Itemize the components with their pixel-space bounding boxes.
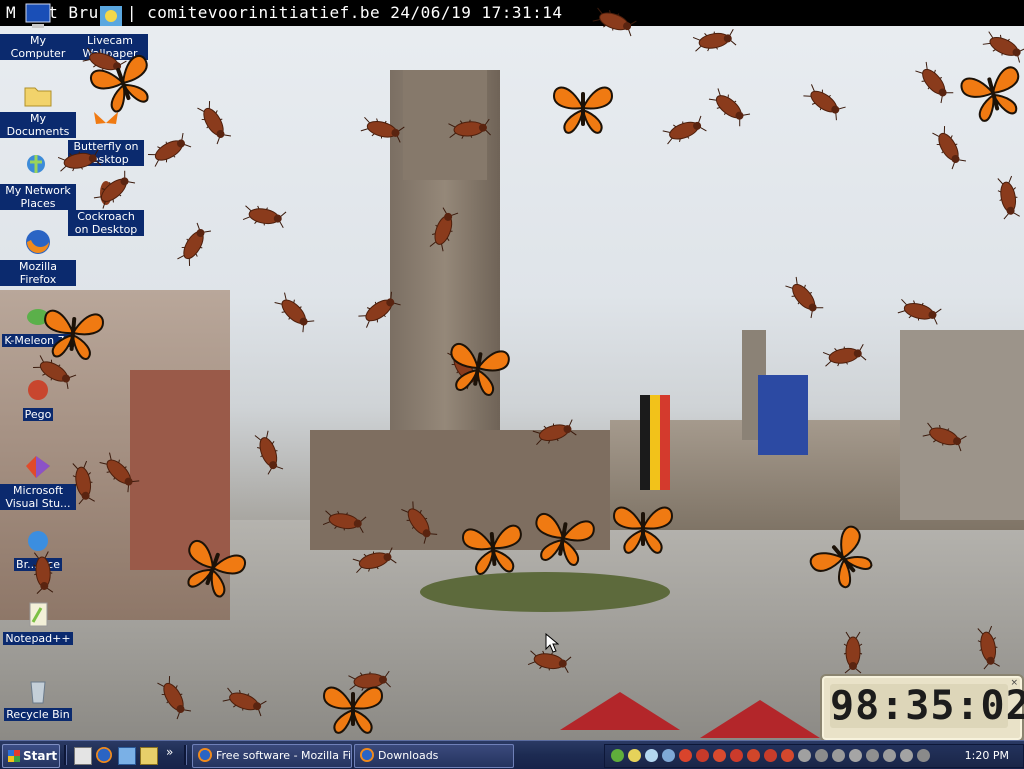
- tray-app-icon[interactable]: [832, 749, 845, 762]
- tray-app-icon[interactable]: [679, 749, 692, 762]
- desktop-icon-recycle-bin[interactable]: Recycle Bin: [0, 676, 76, 721]
- tray-app-icon[interactable]: [781, 749, 794, 762]
- tray-app-icon[interactable]: [730, 749, 743, 762]
- cockroach-sprite: [448, 118, 491, 139]
- butterfly-sprite: [462, 524, 522, 575]
- tray-app-icon[interactable]: [917, 749, 930, 762]
- butterfly-sprite: [44, 309, 104, 360]
- task-button-label: Downloads: [378, 749, 439, 762]
- butterfly-sprite: [450, 342, 510, 396]
- visual-studio-icon: [26, 456, 50, 478]
- system-tray: 1:20 PM: [604, 744, 1024, 768]
- webcam-wallpaper: Mt Bru | comitevoorinitiatief.be 24/06/19…: [0, 0, 1024, 740]
- tray-app-icon[interactable]: [883, 749, 896, 762]
- cockroach-sprite: [33, 551, 54, 594]
- belgian-flag: [640, 395, 670, 490]
- tray-app-icon[interactable]: [628, 749, 641, 762]
- desktop-icon-label: My Network Places: [0, 184, 76, 210]
- tray-app-icon[interactable]: [713, 749, 726, 762]
- tray-app-icon[interactable]: [747, 749, 760, 762]
- tray-app-icon[interactable]: [645, 749, 658, 762]
- livecam-icon: [100, 6, 122, 26]
- webcam-caption-bar: Mt Bru | comitevoorinitiatief.be 24/06/19…: [0, 0, 1024, 26]
- tray-clock[interactable]: 1:20 PM: [965, 745, 1009, 767]
- notepadpp-icon: [29, 602, 48, 627]
- butterfly-sprite: [535, 512, 595, 566]
- start-button[interactable]: Start: [2, 744, 60, 768]
- clock-display: 98:35:02: [830, 683, 1024, 729]
- desktop-icon-mozilla-firefox[interactable]: Mozilla Firefox: [0, 228, 76, 286]
- network-icon: [27, 155, 45, 173]
- desktop-icon-my-documents[interactable]: My Documents: [0, 80, 76, 138]
- firefox-icon: [26, 230, 50, 254]
- folder-icon: [24, 87, 52, 107]
- flower-bed: [420, 572, 670, 612]
- tray-app-icon[interactable]: [798, 749, 811, 762]
- explorer-icon[interactable]: [140, 747, 158, 765]
- task-button-label: Free software - Mozilla Fir...: [216, 749, 352, 762]
- firefox-icon[interactable]: [96, 747, 112, 763]
- network-icon[interactable]: [118, 747, 136, 765]
- desktop-icon-label: Microsoft Visual Stu...: [0, 484, 76, 510]
- desktop-icon-label: Pego: [22, 408, 54, 421]
- tray-app-icon[interactable]: [815, 749, 828, 762]
- desktop-icon-label: My Computer: [0, 34, 76, 60]
- eu-flag: [758, 375, 808, 455]
- mouse-pointer-icon: [545, 633, 559, 653]
- chevron-right-icon[interactable]: »: [166, 745, 173, 759]
- right-far-building: [900, 330, 1024, 520]
- desktop-icon-my-computer[interactable]: My Computer: [0, 2, 76, 60]
- taskbar-separator: [64, 745, 67, 765]
- tray-app-icon[interactable]: [866, 749, 879, 762]
- windows-flag-icon: [8, 750, 20, 762]
- computer-icon: [25, 3, 51, 28]
- desktop-icon-label: Cockroach on Desktop: [68, 210, 144, 236]
- cockroach-sprite: [843, 631, 863, 674]
- tray-app-icon[interactable]: [764, 749, 777, 762]
- start-label: Start: [23, 749, 58, 763]
- desktop-clock-widget[interactable]: × 98:35:02: [820, 674, 1024, 742]
- firefox-icon: [198, 748, 212, 762]
- taskbar: Start » Free software - Mozilla Fir... D…: [0, 740, 1024, 769]
- desktop-icon-label: Mozilla Firefox: [0, 260, 76, 286]
- butterfly-sprite: [552, 86, 614, 134]
- show-desktop-icon[interactable]: [74, 747, 92, 765]
- task-button-downloads[interactable]: Downloads: [354, 744, 514, 768]
- firefox-icon: [360, 748, 374, 762]
- desktop-icon-label: Notepad++: [3, 632, 73, 645]
- tray-app-icon[interactable]: [611, 749, 624, 762]
- red-umbrella: [560, 692, 680, 730]
- tray-app-icon[interactable]: [662, 749, 675, 762]
- tray-app-icon[interactable]: [696, 749, 709, 762]
- red-umbrella: [700, 700, 820, 738]
- desktop-icon-visual-studio[interactable]: Microsoft Visual Stu...: [0, 452, 76, 510]
- desktop-icon-label: My Documents: [0, 112, 76, 138]
- butterfly-sprite: [322, 686, 384, 734]
- butterfly-sprite: [612, 506, 674, 554]
- desktop-icon-label: Recycle Bin: [4, 708, 72, 721]
- tray-app-icon[interactable]: [849, 749, 862, 762]
- tray-app-icon[interactable]: [900, 749, 913, 762]
- recycle-bin-icon: [30, 681, 46, 704]
- task-button-firefox[interactable]: Free software - Mozilla Fir...: [192, 744, 352, 768]
- taskbar-separator: [184, 745, 187, 765]
- desktop-icon-notepadpp[interactable]: Notepad++: [0, 600, 76, 645]
